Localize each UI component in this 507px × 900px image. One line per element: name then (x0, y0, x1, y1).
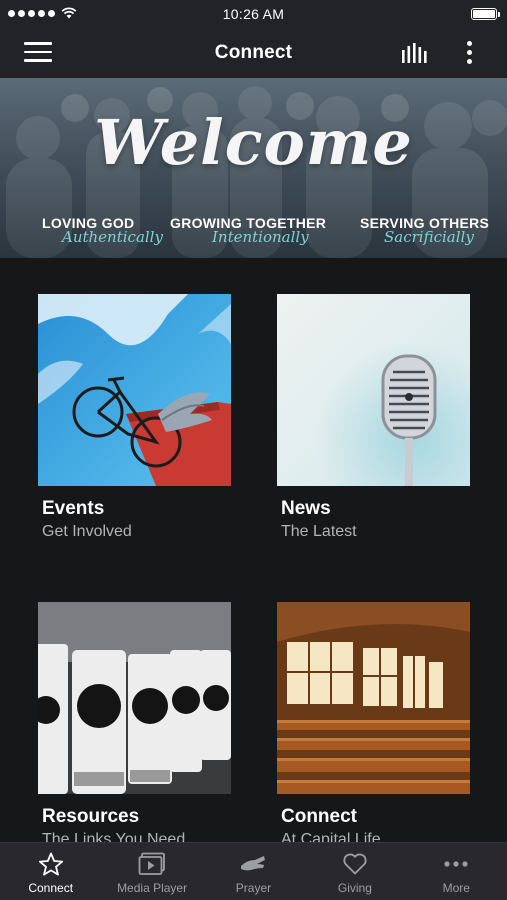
sanctuary-image (277, 602, 470, 794)
tab-label: More (442, 881, 470, 895)
card-subtitle: The Latest (281, 523, 357, 540)
bottom-tab-bar: Connect Media Player Prayer Giving More (0, 842, 507, 900)
banner-headline: Welcome (94, 106, 413, 179)
card-news[interactable]: News The Latest (277, 294, 470, 541)
menu-hamburger-icon[interactable] (24, 42, 52, 62)
tab-label: Media Player (117, 881, 188, 895)
nav-bar: Connect (0, 28, 507, 78)
microphone-image (277, 294, 470, 486)
heart-icon (343, 853, 367, 875)
tab-label: Connect (28, 881, 74, 895)
audio-bars-icon[interactable] (401, 43, 429, 63)
tab-giving[interactable]: Giving (304, 843, 405, 900)
card-title: Connect (281, 806, 357, 827)
welcome-banner[interactable]: Welcome LOVING GOD Authentically GROWING… (0, 78, 507, 258)
wifi-icon (61, 7, 77, 19)
signal-wifi-group (8, 7, 77, 19)
tagline-3-script: Sacrificially (384, 228, 474, 246)
more-dots-icon (444, 861, 468, 867)
card-subtitle: At Capital Life (281, 831, 381, 842)
card-resources[interactable]: Resources The Links You Need (38, 602, 231, 842)
card-connect[interactable]: Connect At Capital Life (277, 602, 470, 842)
tab-prayer[interactable]: Prayer (203, 843, 304, 900)
card-subtitle: The Links You Need (42, 831, 186, 842)
tumblers-image (38, 602, 231, 794)
tab-label: Prayer (235, 881, 272, 895)
card-title: Resources (42, 806, 140, 827)
status-bar: 10:26 AM (0, 0, 507, 28)
bicycle-wings-image (38, 294, 231, 486)
tagline-2-script: Intentionally (212, 228, 309, 246)
card-title: Events (42, 498, 105, 519)
overflow-menu-icon[interactable] (467, 41, 473, 65)
signal-strength-icon (8, 9, 55, 17)
status-time: 10:26 AM (222, 6, 285, 22)
card-subtitle: Get Involved (42, 523, 132, 540)
page-title: Connect (214, 42, 293, 63)
prayer-hands-icon (241, 856, 266, 871)
tab-connect[interactable]: Connect (0, 843, 101, 900)
card-title: News (281, 498, 331, 519)
card-events[interactable]: Events Get Involved (38, 294, 231, 541)
battery-icon (471, 8, 500, 20)
tagline-1-script: Authentically (62, 228, 163, 246)
tab-media-player[interactable]: Media Player (101, 843, 202, 900)
tab-more[interactable]: More (406, 843, 507, 900)
star-icon (38, 852, 63, 876)
content-grid: Events Get Involved News The Latest Reso… (0, 258, 507, 842)
media-player-icon (138, 852, 165, 875)
tab-label: Giving (337, 881, 372, 895)
